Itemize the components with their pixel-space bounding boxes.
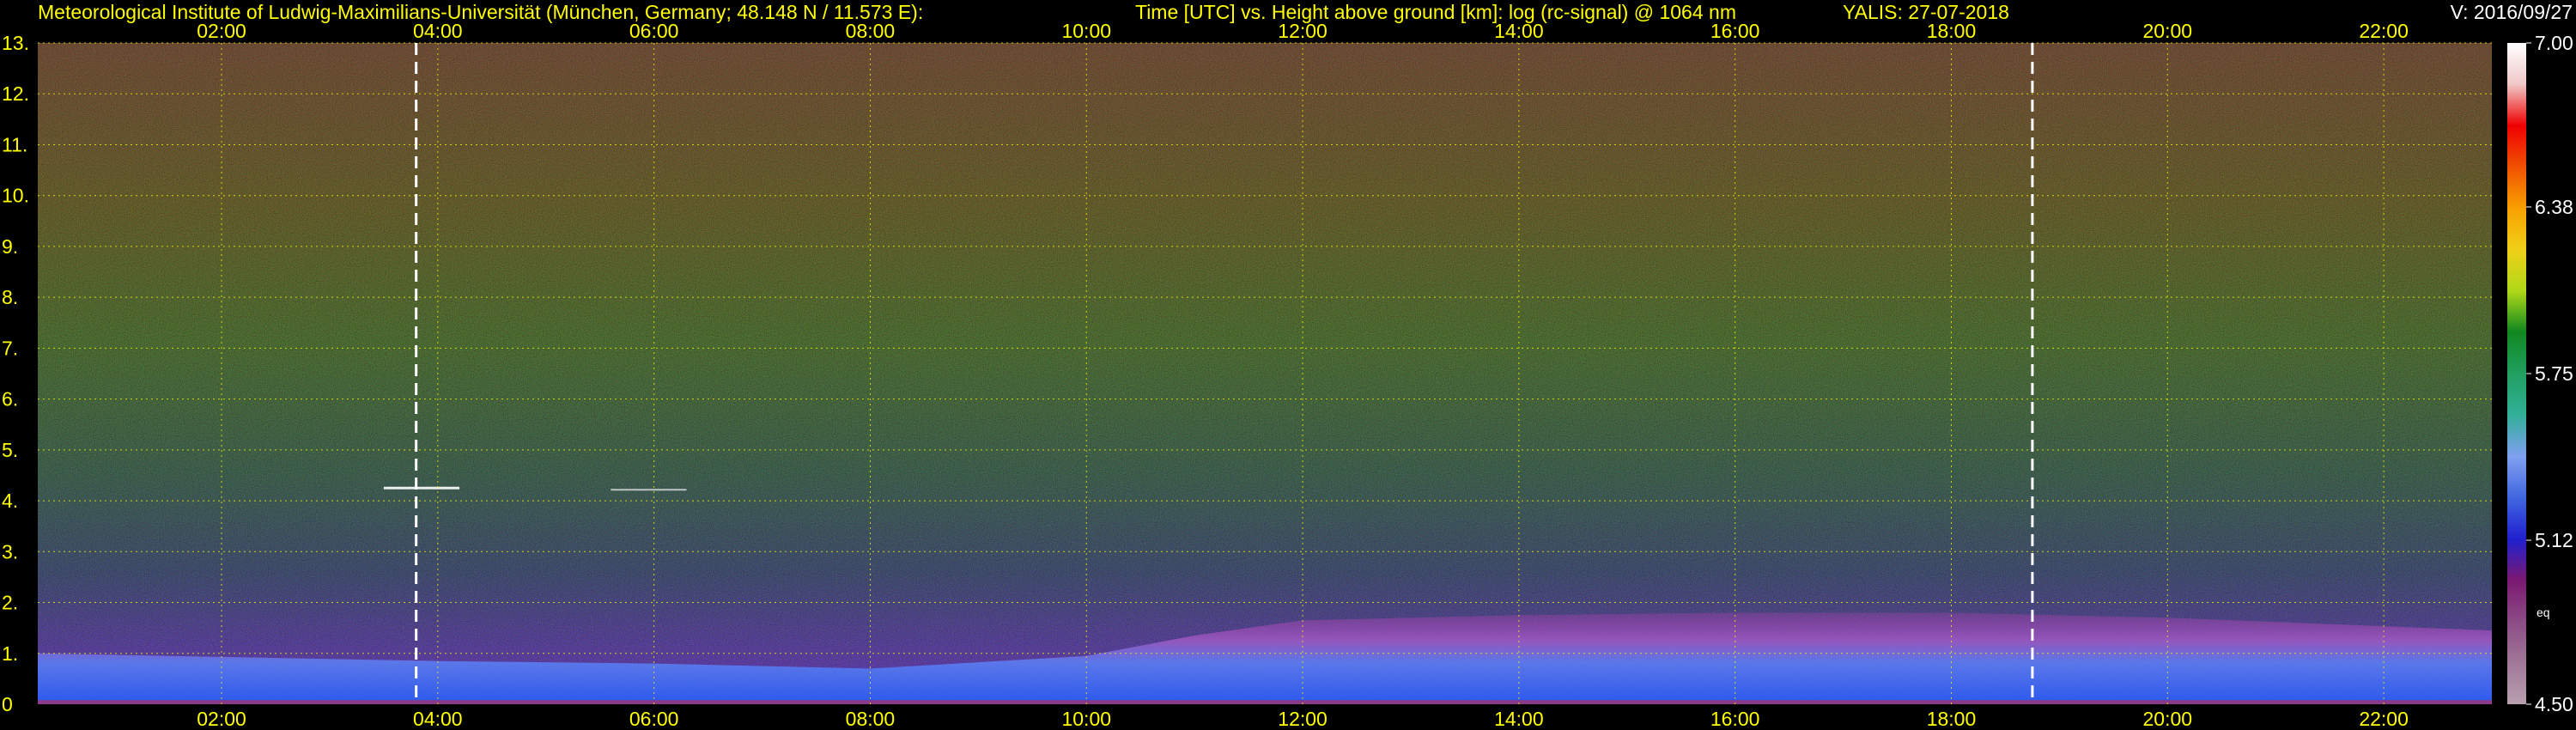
- y-tick-label: 4.: [2, 490, 18, 512]
- backscatter-background: [38, 43, 2492, 704]
- x-tick-label-bottom: 08:00: [846, 708, 896, 730]
- lidar-figure: 02:00 04:00 06:00 08:00 10:00 12:00 14:00 16:00…: [2, 20, 2573, 730]
- plot-area: [38, 42, 2492, 704]
- colorbar-label: 5.12: [2535, 529, 2573, 551]
- y-tick-label: 13.: [2, 32, 29, 54]
- y-tick-label: 11.: [2, 133, 27, 155]
- x-tick-label-top: 20:00: [2143, 20, 2193, 42]
- y-tick-label: 10.: [2, 185, 29, 207]
- y-tick-label: 8.: [2, 286, 18, 308]
- x-tick-label-bottom: 12:00: [1278, 708, 1327, 730]
- x-tick-label-bottom: 20:00: [2143, 708, 2193, 730]
- x-tick-label-bottom: 16:00: [1710, 708, 1760, 730]
- colorbar-label: 7.00: [2535, 32, 2573, 54]
- x-tick-label-bottom: 02:00: [197, 708, 246, 730]
- colorbar: 7.00 6.38 5.75 5.12 4.50 eq: [2507, 32, 2573, 715]
- x-tick-label-bottom: 14:00: [1494, 708, 1544, 730]
- axes-description: Time [UTC] vs. Height above ground [km]:…: [1135, 1, 1736, 23]
- x-tick-label-top: 10:00: [1061, 20, 1111, 42]
- version-label: V: 2016/09/27: [2450, 1, 2573, 23]
- y-tick-label: 12.: [2, 82, 29, 105]
- colorbar-label: 6.38: [2535, 196, 2573, 218]
- x-tick-label-bottom: 06:00: [629, 708, 679, 730]
- y-tick-label: 6.: [2, 388, 18, 411]
- y-tick-label: 5.: [2, 439, 18, 461]
- colorbar-label: 4.50: [2535, 693, 2573, 715]
- x-axis-bottom: 02:00 04:00 06:00 08:00 10:00 12:00 14:00 16:00…: [197, 708, 2409, 730]
- institute-title: Meteorological Institute of Ludwig-Maxim…: [38, 1, 924, 23]
- colorbar-label: 5.75: [2535, 362, 2573, 385]
- y-tick-label: 0: [2, 693, 13, 715]
- colorbar-note: eq: [2537, 605, 2550, 619]
- x-tick-label-top: 22:00: [2359, 20, 2409, 42]
- x-tick-label-bottom: 10:00: [1061, 708, 1111, 730]
- surface-strip: [38, 700, 2492, 704]
- y-tick-label: 9.: [2, 235, 18, 258]
- y-tick-label: 1.: [2, 642, 18, 665]
- colorbar-scale: [2507, 43, 2526, 704]
- y-tick-label: 2.: [2, 592, 18, 614]
- instrument-date: YALIS: 27-07-2018: [1843, 1, 2009, 23]
- x-tick-label-bottom: 22:00: [2359, 708, 2409, 730]
- y-tick-label: 7.: [2, 337, 18, 359]
- y-axis: 0 1. 2. 3. 4. 5. 6. 7. 8. 9. 10. 11. 12. 13.: [2, 32, 29, 715]
- y-tick-label: 3.: [2, 540, 18, 563]
- x-tick-label-bottom: 18:00: [1927, 708, 1977, 730]
- x-tick-label-bottom: 04:00: [413, 708, 463, 730]
